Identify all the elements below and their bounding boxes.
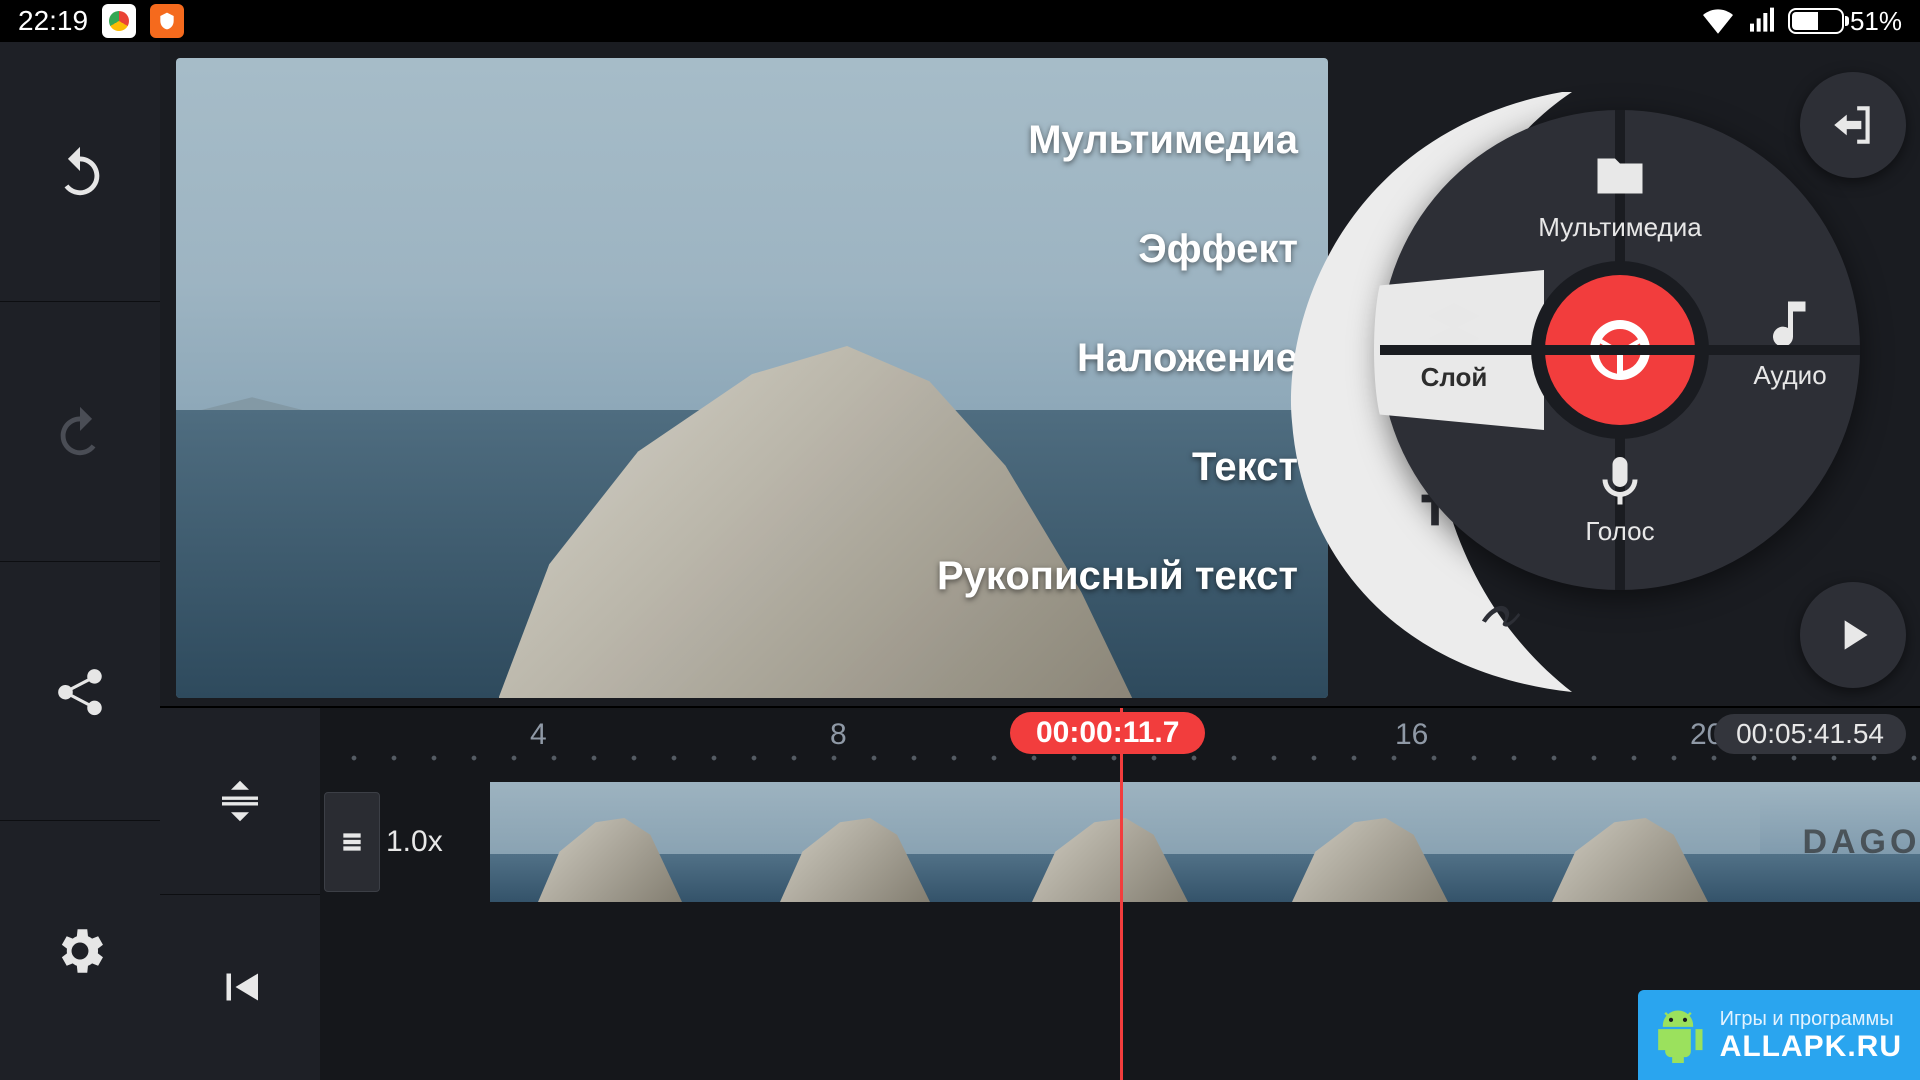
video-editor-app: Мультимедиа Эффект Наложение Текст Рукоп… <box>0 42 1920 1080</box>
expand-tracks-button[interactable] <box>160 708 320 895</box>
timeline-clip[interactable] <box>490 782 730 902</box>
layers-icon <box>1424 296 1484 356</box>
prev-clip-button[interactable] <box>160 895 320 1080</box>
total-duration: 00:05:41.54 <box>1714 714 1906 754</box>
timeline-panel: 4 8 16 20 00:00:11.7 00:05:41.54 1.0x <box>160 706 1920 1080</box>
ruler-tick: 16 <box>1395 718 1428 752</box>
dial-audio-button[interactable]: Аудио <box>1700 360 1880 391</box>
record-button[interactable] <box>1545 275 1695 425</box>
clip-speed-indicator[interactable] <box>324 792 380 892</box>
layer-type-labels: Мультимедиа Эффект Наложение Текст Рукоп… <box>937 118 1298 599</box>
watermark-line2: ALLAPK.RU <box>1720 1030 1902 1063</box>
timeline-clip[interactable] <box>1500 782 1760 902</box>
android-status-bar: 22:19 51% <box>0 0 1920 42</box>
ruler-tick: 8 <box>830 718 847 752</box>
fan-handwriting-button[interactable] <box>1470 580 1536 646</box>
music-note-icon <box>1758 294 1818 354</box>
share-button[interactable] <box>0 562 160 822</box>
playhead-time: 00:00:11.7 <box>1010 712 1205 754</box>
folder-media-icon <box>1590 146 1650 206</box>
video-track[interactable]: 1.0x DAGOBA <box>320 782 380 902</box>
label-multimedia: Мультимедиа <box>937 118 1298 163</box>
timeline-clip[interactable] <box>980 782 1240 902</box>
cell-signal-icon <box>1746 5 1778 37</box>
dial-layer-button[interactable]: Слой <box>1364 362 1544 393</box>
play-button[interactable] <box>1800 582 1906 688</box>
timeline[interactable]: 4 8 16 20 00:00:11.7 00:05:41.54 1.0x <box>320 708 1920 1080</box>
wifi-icon <box>1700 3 1736 39</box>
wheel-panel: Мультимедиа Слой Аудио Голос <box>1328 42 1920 706</box>
timeline-clip[interactable] <box>730 782 980 902</box>
label-handwriting: Рукописный текст <box>937 554 1298 599</box>
settings-button[interactable] <box>0 821 160 1080</box>
battery-percent: 51% <box>1850 6 1902 37</box>
playhead[interactable] <box>1120 708 1123 1080</box>
label-overlay: Наложение <box>937 336 1298 381</box>
undo-button[interactable] <box>0 42 160 302</box>
left-toolbar <box>0 42 160 1080</box>
label-effect: Эффект <box>937 227 1298 272</box>
battery-indicator: 51% <box>1788 6 1902 37</box>
video-preview[interactable]: Мультимедиа Эффект Наложение Текст Рукоп… <box>176 58 1328 698</box>
redo-button[interactable] <box>0 302 160 562</box>
watermark-line1: Игры и программы <box>1720 1008 1902 1030</box>
action-dial: Мультимедиа Слой Аудио Голос <box>1380 110 1860 590</box>
dial-multimedia-button[interactable]: Мультимедиа <box>1530 212 1710 243</box>
clock: 22:19 <box>18 5 88 37</box>
watermark: Игры и программы ALLAPK.RU <box>1638 990 1920 1080</box>
microphone-icon <box>1590 452 1650 512</box>
dial-voice-button[interactable]: Голос <box>1530 516 1710 547</box>
timeline-clip[interactable] <box>1240 782 1500 902</box>
android-icon <box>1650 1007 1706 1063</box>
workspace: Мультимедиа Эффект Наложение Текст Рукоп… <box>160 42 1920 1080</box>
chrome-icon <box>102 4 136 38</box>
clip-speed-value: 1.0x <box>386 825 443 859</box>
ruler-tick: 4 <box>530 718 547 752</box>
timeline-clip[interactable]: DAGOBA <box>1760 782 1920 902</box>
exit-button[interactable] <box>1800 72 1906 178</box>
timeline-left-tools <box>160 708 320 1080</box>
app-icon-orange <box>150 4 184 38</box>
dial-segment-layer-bg <box>1374 270 1544 430</box>
label-text: Текст <box>937 445 1298 490</box>
